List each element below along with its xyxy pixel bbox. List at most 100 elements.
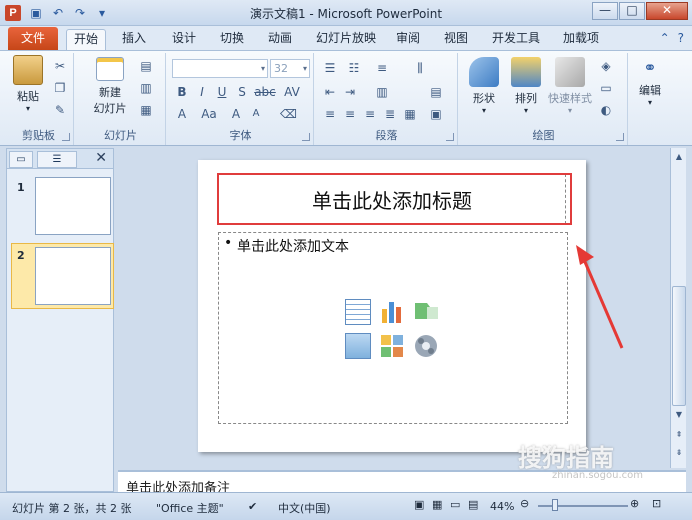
align-center-icon[interactable]: ≡ (342, 107, 358, 121)
reading-view-icon[interactable]: ▭ (450, 498, 460, 511)
tab-addins[interactable]: 加载项 (556, 29, 606, 50)
tab-view[interactable]: 视图 (436, 29, 476, 50)
insert-media-icon[interactable] (413, 333, 439, 359)
slide-sorter-icon[interactable]: ▦ (432, 498, 442, 511)
theme-status[interactable]: "Office 主题" (156, 500, 224, 516)
insert-chart-icon[interactable] (379, 299, 405, 325)
insert-picture-icon[interactable] (345, 333, 371, 359)
paragraph-launcher-icon[interactable] (446, 133, 454, 141)
shadow-icon[interactable]: S (234, 85, 250, 99)
clear-format-icon[interactable]: ⌫ (280, 107, 297, 121)
paste-button[interactable]: 粘贴 ▾ (10, 55, 46, 113)
tab-review[interactable]: 审阅 (388, 29, 428, 50)
tab-developer[interactable]: 开发工具 (486, 29, 546, 50)
format-painter-icon[interactable]: ✎ (52, 103, 68, 117)
tab-transitions[interactable]: 切换 (212, 29, 252, 50)
zoom-level[interactable]: 44% (490, 500, 514, 513)
tab-design[interactable]: 设计 (164, 29, 204, 50)
shape-effects-icon[interactable]: ◐ (598, 103, 614, 117)
undo-icon[interactable]: ↶ (50, 5, 66, 21)
tab-outline[interactable]: ☰ (37, 151, 77, 168)
shrink-font-icon[interactable]: A (248, 107, 264, 121)
customize-qat-icon[interactable]: ▾ (94, 5, 110, 21)
tab-home[interactable]: 开始 (66, 29, 106, 50)
increase-indent-icon[interactable]: ⇥ (342, 85, 358, 99)
redo-icon[interactable]: ↷ (72, 5, 88, 21)
spellcheck-icon[interactable]: ✔ (248, 500, 257, 513)
slideshow-view-icon[interactable]: ▤ (468, 498, 478, 511)
shape-outline-icon[interactable]: ▭ (598, 81, 614, 95)
tab-file[interactable]: 文件 (8, 27, 58, 50)
previous-slide-icon[interactable]: ⇞ (672, 428, 686, 442)
save-icon[interactable]: ▣ (28, 5, 44, 21)
shapes-button[interactable]: 形状 ▾ (464, 57, 504, 115)
scroll-down-icon[interactable]: ▼ (672, 408, 686, 422)
decrease-indent-icon[interactable]: ⇤ (322, 85, 338, 99)
scroll-up-icon[interactable]: ▲ (672, 150, 686, 164)
section-icon[interactable]: ▦ (138, 103, 154, 117)
slide-thumbnail-2[interactable] (35, 247, 111, 305)
slide-thumbnail-1[interactable] (35, 177, 111, 235)
maximize-button[interactable]: □ (619, 2, 645, 20)
ribbon-tab-row: 文件 开始 插入 设计 切换 动画 幻灯片放映 审阅 视图 开发工具 加载项 ⌃… (0, 26, 692, 50)
tab-slides-thumbnails[interactable]: ▭ (9, 151, 33, 168)
drawing-launcher-icon[interactable] (616, 133, 624, 141)
help-area: ⌃ ? (660, 31, 684, 45)
char-spacing-icon[interactable]: AV (280, 85, 304, 99)
font-launcher-icon[interactable] (302, 133, 310, 141)
arrange-button[interactable]: 排列 ▾ (506, 57, 546, 115)
vertical-scrollbar[interactable]: ▲ ▼ ⇞ ⇟ (670, 148, 686, 468)
collapse-ribbon-icon[interactable]: ⌃ (660, 31, 670, 45)
normal-view-icon[interactable]: ▣ (414, 498, 424, 511)
zoom-out-icon[interactable]: ⊖ (520, 497, 529, 510)
language-status[interactable]: 中文(中国) (278, 500, 331, 516)
copy-icon[interactable]: ❐ (52, 81, 68, 95)
reset-icon[interactable]: ▥ (138, 81, 154, 95)
strikethrough-icon[interactable]: abc (254, 85, 276, 99)
align-text-icon[interactable]: ▤ (428, 85, 444, 99)
smartart-icon[interactable]: ▣ (428, 107, 444, 121)
help-icon[interactable]: ? (678, 31, 684, 45)
bullets-icon[interactable]: ☰ (322, 61, 338, 75)
insert-clipart-icon[interactable] (379, 333, 405, 359)
insert-table-icon[interactable] (345, 299, 371, 325)
zoom-in-icon[interactable]: ⊕ (630, 497, 639, 510)
italic-icon[interactable]: I (194, 85, 210, 99)
next-slide-icon[interactable]: ⇟ (672, 446, 686, 460)
justify-icon[interactable]: ≣ (382, 107, 398, 121)
minimize-button[interactable]: — (592, 2, 618, 20)
font-name-combo[interactable]: ▾ (172, 59, 268, 78)
tab-insert[interactable]: 插入 (114, 29, 154, 50)
close-pane-icon[interactable]: ✕ (95, 150, 107, 166)
editing-button[interactable]: ⚭ 编辑 ▾ (632, 57, 668, 107)
zoom-slider-thumb[interactable] (552, 499, 558, 511)
font-size-combo[interactable]: 32 ▾ (270, 59, 310, 78)
content-placeholder[interactable]: • 单击此处添加文本 (218, 232, 568, 424)
distributed-icon[interactable]: ▦ (402, 107, 418, 121)
layout-icon[interactable]: ▤ (138, 59, 154, 73)
shape-fill-icon[interactable]: ◈ (598, 59, 614, 73)
font-color-icon[interactable]: A (174, 107, 190, 121)
line-spacing-icon[interactable]: ≡ (374, 61, 390, 75)
text-direction-icon[interactable]: ⫼ (412, 61, 428, 75)
cut-icon[interactable]: ✂ (52, 59, 68, 73)
align-right-icon[interactable]: ≡ (362, 107, 378, 121)
change-case-icon[interactable]: Aa (198, 107, 220, 121)
columns-icon[interactable]: ▥ (374, 85, 390, 99)
fit-to-window-icon[interactable]: ⊡ (652, 497, 661, 510)
tab-animations[interactable]: 动画 (260, 29, 300, 50)
close-button[interactable]: ✕ (646, 2, 688, 20)
bold-icon[interactable]: B (174, 85, 190, 99)
new-slide-button[interactable]: 新建 幻灯片 (84, 57, 136, 116)
clipboard-launcher-icon[interactable] (62, 133, 70, 141)
numbering-icon[interactable]: ☷ (346, 61, 362, 75)
quick-styles-button[interactable]: 快速样式 ▾ (544, 57, 596, 115)
underline-icon[interactable]: U (214, 85, 230, 99)
powerpoint-app-icon[interactable]: P (5, 5, 21, 21)
align-left-icon[interactable]: ≡ (322, 107, 338, 121)
scrollbar-thumb[interactable] (672, 286, 686, 406)
grow-font-icon[interactable]: A (228, 107, 244, 121)
tab-slideshow[interactable]: 幻灯片放映 (310, 29, 382, 50)
quick-styles-icon (555, 57, 585, 87)
insert-smartart-icon[interactable] (413, 299, 439, 325)
